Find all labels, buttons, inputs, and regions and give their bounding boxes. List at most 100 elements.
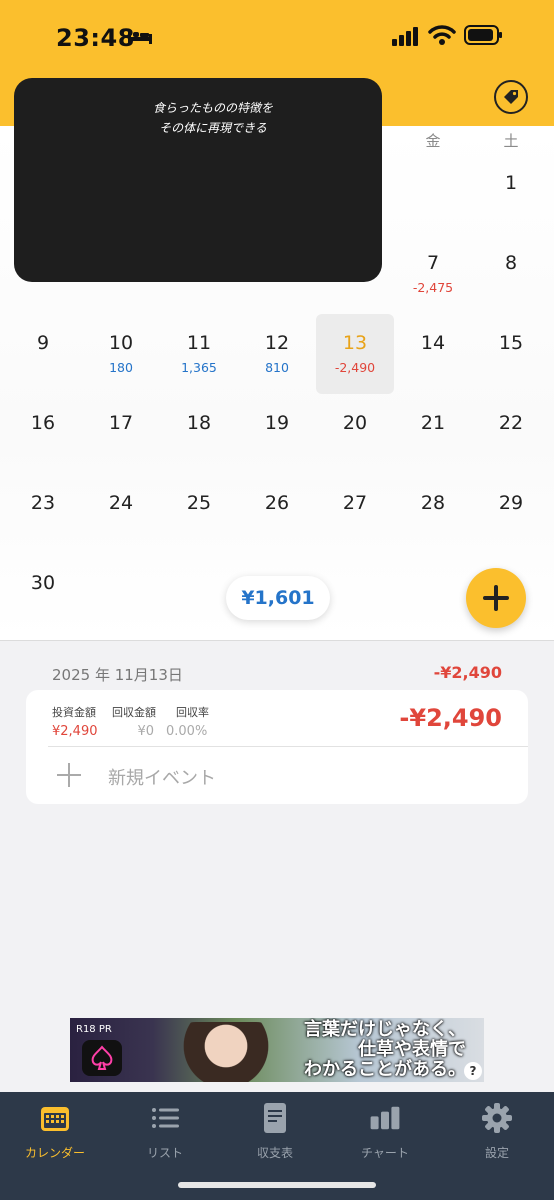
record-card[interactable]: 投資金額 ¥2,490 回収金額 ¥0 回収率 0.00% -¥2,490 新規… [26, 690, 528, 804]
tab-list[interactable]: リスト [110, 1102, 220, 1161]
day-amount: 1,365 [181, 360, 217, 375]
calendar-day[interactable]: 26 [238, 474, 316, 554]
day-number: 24 [108, 492, 134, 514]
day-number: 16 [30, 412, 56, 434]
calendar-day[interactable]: 17 [82, 394, 160, 474]
calendar-day[interactable]: 7 -2,475 [394, 234, 472, 314]
day-number: 12 [264, 332, 290, 354]
recover-label: 回収金額 [112, 706, 156, 719]
day-number: 21 [420, 412, 446, 434]
day-number: 20 [342, 412, 368, 434]
ad-model-image [166, 1022, 286, 1082]
ad-copy-line2: 仕草や表情で [358, 1039, 466, 1060]
calendar-icon [41, 1107, 69, 1131]
calendar-day[interactable]: 28 [394, 474, 472, 554]
ad-copy-line1: 言葉だけじゃなく、 [304, 1019, 466, 1040]
calendar-day[interactable]: 23 [4, 474, 82, 554]
ad-copy-line3: わかることがある。 [304, 1059, 466, 1080]
ad-info-icon[interactable]: ? [464, 1062, 482, 1080]
calendar-day-selected[interactable]: 13 -2,490 [316, 314, 394, 394]
ad-tag: R18 PR [76, 1024, 112, 1035]
plus-icon[interactable] [56, 762, 82, 788]
add-record-button[interactable] [466, 568, 526, 628]
rate-metric: 回収率 0.00% [166, 704, 209, 739]
day-number: 17 [108, 412, 134, 434]
day-number: 7 [426, 252, 440, 274]
divider [0, 640, 554, 641]
day-number: 26 [264, 492, 290, 514]
day-number: 10 [108, 332, 134, 354]
calendar-day[interactable]: 11 1,365 [160, 314, 238, 394]
tab-label: カレンダー [24, 1146, 85, 1160]
calendar-day[interactable]: 29 [472, 474, 550, 554]
calendar-day[interactable]: 15 [472, 314, 550, 394]
day-number: 25 [186, 492, 212, 514]
calendar-day[interactable]: 25 [160, 474, 238, 554]
weekday-header: 金 [425, 132, 441, 150]
day-number: 11 [186, 332, 212, 354]
status-bar: 23:48 [0, 22, 554, 56]
cellular-signal-icon [392, 27, 418, 46]
day-number: 18 [186, 412, 212, 434]
day-number: 8 [504, 252, 518, 274]
rate-label: 回収率 [176, 706, 209, 719]
calendar-day[interactable]: 18 [160, 394, 238, 474]
tab-label: チャート [361, 1146, 409, 1160]
overlay-text-line2: その体に再現できる [159, 121, 267, 135]
tab-label: 設定 [484, 1146, 509, 1160]
tab-balance-sheet[interactable]: 収支表 [220, 1102, 330, 1161]
tab-chart[interactable]: チャート [330, 1102, 440, 1161]
day-number: 1 [504, 172, 518, 194]
tab-calendar[interactable]: カレンダー [0, 1102, 110, 1161]
day-amount: 180 [109, 360, 133, 375]
tab-label: リスト [146, 1146, 183, 1160]
day-number: 28 [420, 492, 446, 514]
weekday-header: 土 [503, 132, 519, 150]
calendar-day[interactable]: 24 [82, 474, 160, 554]
invest-label: 投資金額 [52, 706, 96, 719]
day-number: 27 [342, 492, 368, 514]
calendar-day[interactable]: 1 [472, 154, 550, 234]
calendar-day[interactable]: 8 [472, 234, 550, 314]
month-total-pill[interactable]: ¥1,601 [226, 576, 330, 620]
new-event-button[interactable]: 新規イベント [108, 764, 216, 790]
plus-icon [483, 585, 509, 611]
home-indicator [178, 1182, 376, 1188]
day-number: 15 [498, 332, 524, 354]
overlay-text-line1: 食らったものの特徴を [152, 101, 273, 115]
tag-button[interactable] [494, 80, 528, 114]
day-number: 23 [30, 492, 56, 514]
invest-value: ¥2,490 [52, 724, 98, 739]
gear-icon [482, 1103, 512, 1133]
calendar-day[interactable]: 27 [316, 474, 394, 554]
day-number: 29 [498, 492, 524, 514]
notification-overlay[interactable]: 食らったものの特徴を その体に再現できる [14, 78, 382, 282]
calendar-day[interactable]: 30 [4, 554, 82, 634]
rate-value: 0.00% [166, 724, 208, 739]
calendar-day[interactable]: 20 [316, 394, 394, 474]
day-amount: -2,490 [334, 360, 376, 375]
calendar-day[interactable]: 21 [394, 394, 472, 474]
day-number: 30 [30, 572, 56, 594]
day-number: 22 [498, 412, 524, 434]
list-icon [152, 1108, 179, 1128]
invest-metric: 投資金額 ¥2,490 [52, 704, 98, 739]
tab-settings[interactable]: 設定 [442, 1102, 552, 1161]
day-number: 14 [420, 332, 446, 354]
ad-banner[interactable]: R18 PR 言葉だけじゃなく、 仕草や表情で わかることがある。 ? [70, 1018, 484, 1082]
calendar-day[interactable]: 14 [394, 314, 472, 394]
calendar-day[interactable]: 19 [238, 394, 316, 474]
calendar-day[interactable]: 9 [4, 314, 82, 394]
day-amount: 810 [265, 360, 289, 375]
selected-date-total: -¥2,490 [433, 663, 502, 682]
battery-icon [464, 25, 502, 45]
record-amount: -¥2,490 [399, 704, 502, 732]
calendar-day[interactable]: 12 810 [238, 314, 316, 394]
tag-icon [504, 90, 518, 104]
status-time: 23:48 [56, 24, 135, 52]
bar-chart-icon [370, 1106, 400, 1130]
calendar-day[interactable]: 22 [472, 394, 550, 474]
ad-copy: 言葉だけじゃなく、 仕草や表情で わかることがある。 [304, 1020, 466, 1080]
calendar-day[interactable]: 10 180 [82, 314, 160, 394]
calendar-day[interactable]: 16 [4, 394, 82, 474]
